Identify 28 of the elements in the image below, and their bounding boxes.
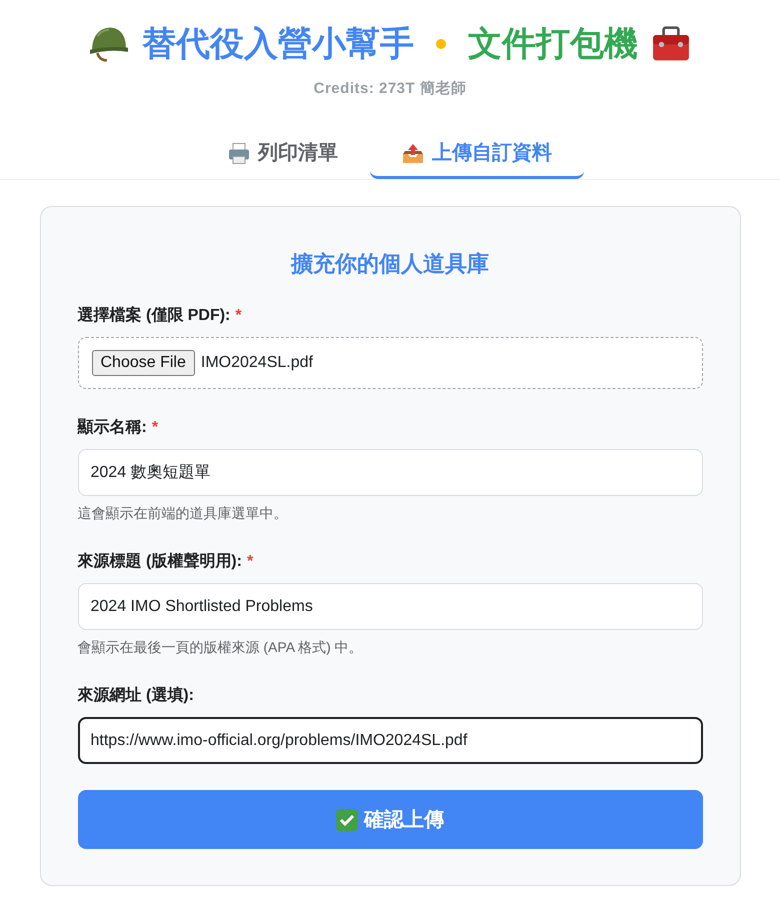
text-field[interactable]: 2024 IMO Shortlisted Problems bbox=[78, 583, 702, 630]
check-icon bbox=[336, 808, 358, 830]
separator-dot-icon bbox=[436, 39, 446, 49]
toolbox-icon bbox=[652, 26, 690, 62]
printer-icon bbox=[228, 142, 250, 164]
choose-file-button[interactable]: Choose File bbox=[92, 350, 195, 376]
required-mark: * bbox=[152, 418, 158, 438]
tray-arrow-icon bbox=[402, 142, 424, 164]
text-field[interactable]: 2024 數奧短題單 bbox=[78, 449, 702, 496]
hint-text: 會顯示在最後一頁的版權來源 (APA 格式) 中。 bbox=[78, 638, 364, 657]
required-mark: * bbox=[246, 552, 254, 572]
field-label: 來源網址 (選填): bbox=[78, 686, 194, 706]
helmet-icon bbox=[90, 26, 128, 62]
submit-button[interactable]: 確認上傳 bbox=[78, 790, 702, 849]
file-field[interactable]: Choose File IMO2024SL.pdf bbox=[78, 337, 702, 389]
tab[interactable]: 上傳自訂資料 bbox=[370, 127, 584, 179]
app-subtitle: 文件打包機 bbox=[468, 24, 638, 65]
tab[interactable]: 列印清單 bbox=[196, 127, 370, 179]
field-label: 來源標題 (版權聲明用): bbox=[78, 552, 242, 572]
hint-text: 這會顯示在前端的道具庫選單中。 bbox=[78, 504, 288, 523]
form-heading: 擴充你的個人道具庫 bbox=[290, 250, 490, 278]
text-field[interactable]: https://www.imo-official.org/problems/IMO2024SL.pdf bbox=[78, 717, 702, 764]
app-title: 替代役入營小幫手 bbox=[142, 24, 414, 65]
required-mark: * bbox=[235, 306, 242, 326]
file-name: IMO2024SL.pdf bbox=[200, 354, 313, 372]
field-label: 顯示名稱: bbox=[78, 418, 147, 438]
field-label: 選擇檔案 (僅限 PDF): bbox=[78, 305, 230, 326]
credits-text: Credits: 273T 簡老師 bbox=[312, 79, 468, 99]
